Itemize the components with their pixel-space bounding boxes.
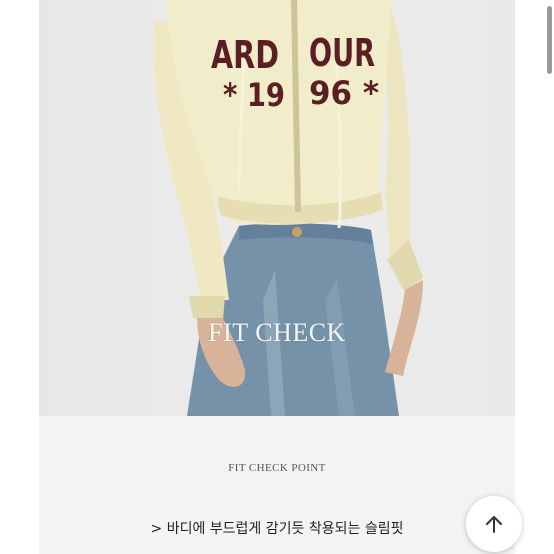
- svg-text:* 19: * 19: [223, 76, 285, 114]
- product-detail-page: ARD OUR * 19 96 * FIT CHECK FIT CHECK PO…: [0, 0, 554, 554]
- fit-check-overlay-text: FIT CHECK: [208, 318, 346, 347]
- scroll-to-top-button[interactable]: [466, 496, 522, 552]
- svg-text:ARD: ARD: [211, 33, 279, 77]
- svg-text:OUR: OUR: [309, 31, 375, 75]
- arrow-up-icon: [486, 516, 502, 533]
- fit-check-point-description: > 바디에 부드럽게 감기듯 착용되는 슬림핏: [150, 521, 404, 537]
- model-illustration: ARD OUR * 19 96 *: [153, 0, 423, 416]
- scrollbar[interactable]: [545, 0, 554, 554]
- scrollbar-thumb[interactable]: [547, 6, 552, 74]
- product-photo: ARD OUR * 19 96 * FIT CHECK: [39, 0, 515, 416]
- fit-check-point-heading: FIT CHECK POINT: [228, 462, 326, 474]
- svg-text:96 *: 96 *: [309, 74, 379, 112]
- fit-check-point-panel: FIT CHECK POINT > 바디에 부드럽게 감기듯 착용되는 슬림핏: [39, 416, 515, 554]
